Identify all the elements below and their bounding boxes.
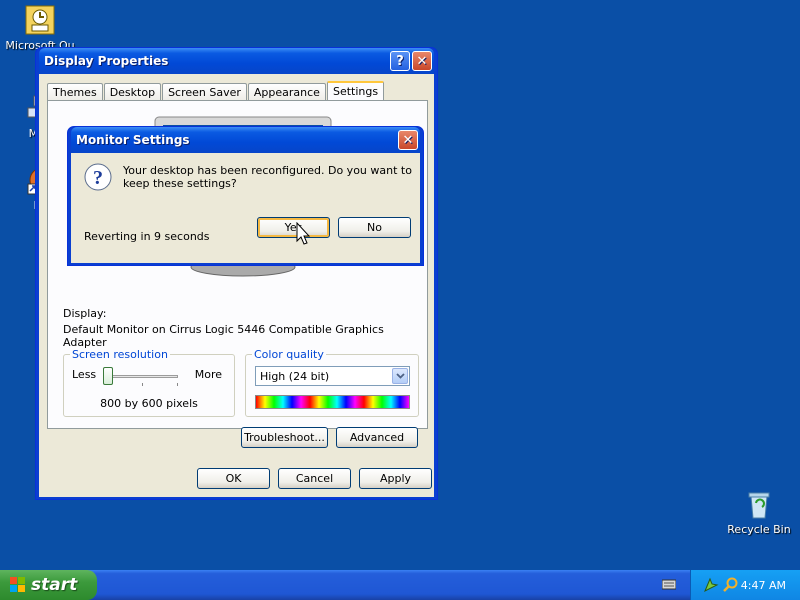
- question-icon: ?: [83, 163, 113, 193]
- advanced-button[interactable]: Advanced: [336, 427, 418, 448]
- dialog-body: ? Your desktop has been reconfigured. Do…: [71, 153, 420, 263]
- search-icon[interactable]: [723, 577, 739, 593]
- window-title: Display Properties: [44, 54, 169, 68]
- monitor-settings-titlebar[interactable]: Monitor Settings ✕: [71, 127, 420, 153]
- display-properties-window: Display Properties ? ✕ Themes Desktop Sc…: [35, 47, 438, 500]
- outlook-icon: [24, 4, 56, 36]
- taskbar: start 4:47 AM: [0, 570, 800, 600]
- monitor-settings-dialog: Monitor Settings ✕ ? Your desktop has be…: [67, 126, 424, 266]
- screen-resolution-legend: Screen resolution: [70, 348, 170, 361]
- resolution-slider[interactable]: [103, 367, 178, 389]
- display-value: Default Monitor on Cirrus Logic 5446 Com…: [63, 323, 384, 349]
- desktop-icon-label: Recycle Bin: [727, 523, 791, 536]
- windows-logo-icon: [10, 577, 26, 593]
- slider-less-label: Less: [72, 368, 97, 381]
- close-button[interactable]: ✕: [412, 51, 432, 71]
- troubleshoot-button[interactable]: Troubleshoot...: [241, 427, 328, 448]
- cancel-button[interactable]: Cancel: [278, 468, 351, 489]
- slider-thumb[interactable]: [103, 367, 113, 385]
- network-tray-icon[interactable]: [703, 577, 719, 593]
- color-quality-group: Color quality High (24 bit): [245, 348, 419, 417]
- dialog-title: Monitor Settings: [76, 133, 190, 147]
- help-button[interactable]: ?: [390, 51, 410, 71]
- recycle-bin-icon: [743, 488, 775, 520]
- yes-button[interactable]: Yes: [257, 217, 330, 238]
- desktop-icon-recycle-bin[interactable]: Recycle Bin: [724, 488, 794, 536]
- color-spectrum-bar: [255, 395, 410, 409]
- svg-text:?: ?: [93, 167, 103, 189]
- slider-tick: [177, 383, 178, 386]
- tab-strip: Themes Desktop Screen Saver Appearance S…: [47, 80, 385, 103]
- no-button[interactable]: No: [338, 217, 411, 238]
- chevron-down-icon[interactable]: [392, 368, 408, 384]
- dialog-message: Your desktop has been reconfigured. Do y…: [123, 164, 412, 190]
- mouse-pointer-icon: [296, 221, 311, 246]
- start-label: start: [31, 575, 78, 595]
- slider-more-label: More: [194, 368, 222, 381]
- clock[interactable]: 4:47 AM: [741, 579, 786, 592]
- resolution-value: 800 by 600 pixels: [100, 397, 198, 410]
- desktop-icon-outlook[interactable]: Microsoft Ou: [5, 4, 75, 52]
- close-button[interactable]: ✕: [398, 130, 418, 150]
- slider-track: [106, 375, 178, 378]
- display-properties-titlebar[interactable]: Display Properties ? ✕: [39, 48, 434, 74]
- apply-button[interactable]: Apply: [359, 468, 432, 489]
- color-quality-select[interactable]: High (24 bit): [255, 366, 410, 386]
- system-tray: 4:47 AM: [690, 570, 800, 600]
- countdown-text: Reverting in 9 seconds: [84, 230, 210, 243]
- color-quality-value: High (24 bit): [260, 370, 330, 383]
- start-button[interactable]: start: [0, 570, 97, 600]
- ok-button[interactable]: OK: [197, 468, 270, 489]
- slider-tick: [142, 383, 143, 386]
- screen-resolution-group: Screen resolution Less More 800 by 600 p…: [63, 348, 235, 417]
- color-quality-legend: Color quality: [252, 348, 326, 361]
- display-label: Display:: [63, 307, 107, 320]
- keyboard-icon[interactable]: [661, 578, 677, 590]
